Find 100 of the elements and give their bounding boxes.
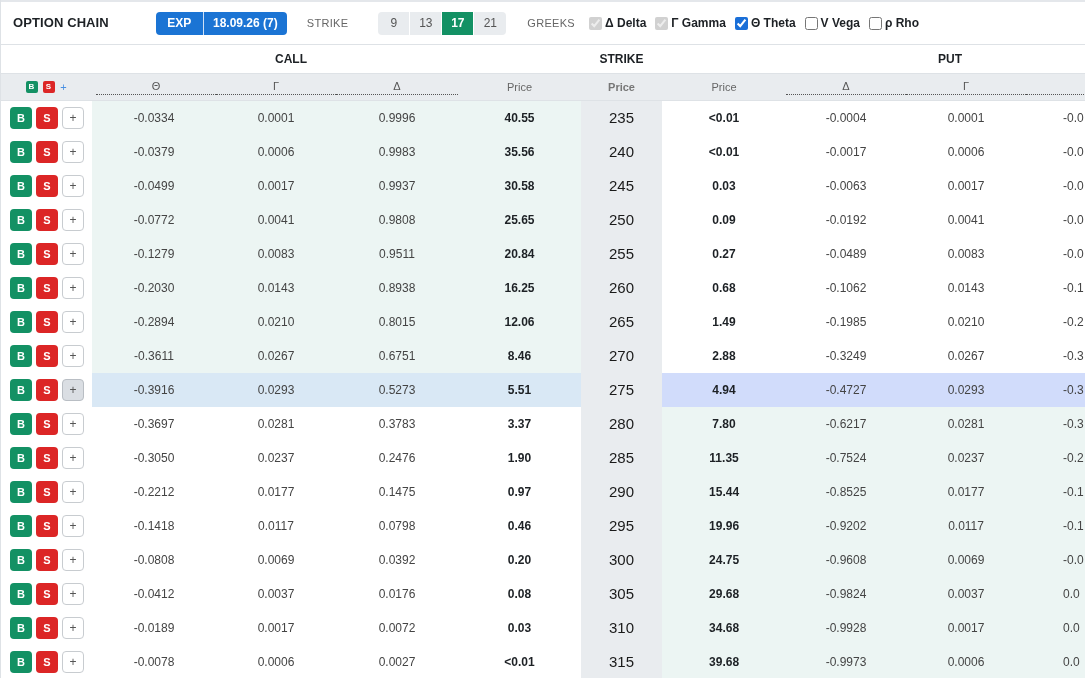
- expiry-date-button[interactable]: 18.09.26 (7): [202, 11, 287, 35]
- sell-button[interactable]: S: [36, 311, 58, 333]
- buy-button[interactable]: B: [10, 549, 32, 571]
- sell-button[interactable]: S: [36, 243, 58, 265]
- buy-button[interactable]: B: [10, 651, 32, 673]
- sell-button[interactable]: S: [36, 651, 58, 673]
- buy-button[interactable]: B: [10, 277, 32, 299]
- add-button[interactable]: +: [62, 651, 84, 673]
- call-header: CALL: [274, 51, 308, 68]
- buy-button[interactable]: B: [10, 141, 32, 163]
- table-cell: -0.3: [1026, 407, 1085, 441]
- table-cell: -0.7524: [786, 441, 907, 475]
- strike-count-button[interactable]: 13: [410, 11, 443, 35]
- strike-count-button[interactable]: 9: [378, 11, 411, 35]
- sell-button[interactable]: S: [36, 515, 58, 537]
- sell-button[interactable]: S: [36, 583, 58, 605]
- buy-button[interactable]: B: [10, 515, 32, 537]
- greek-label[interactable]: Θ Theta: [750, 14, 796, 32]
- table-cell: 11.35: [662, 441, 787, 475]
- table-cell: -0.9202: [786, 509, 907, 543]
- strike-cell: 255: [581, 237, 663, 271]
- add-button[interactable]: +: [62, 617, 84, 639]
- buy-button[interactable]: B: [10, 175, 32, 197]
- table-cell: 5.51: [458, 373, 582, 407]
- table-cell: 0.0237: [906, 441, 1027, 475]
- sell-button[interactable]: S: [36, 141, 58, 163]
- add-button[interactable]: +: [62, 481, 84, 503]
- table-cell: 16.25: [458, 271, 582, 305]
- add-button[interactable]: +: [62, 141, 84, 163]
- column-header: Δ: [336, 73, 458, 101]
- strike-count-button[interactable]: 17: [442, 11, 475, 35]
- table-cell: 29.68: [662, 577, 787, 611]
- buy-button[interactable]: B: [10, 345, 32, 367]
- table-cell: 0.0267: [216, 339, 336, 373]
- strike-cell: 265: [581, 305, 663, 339]
- add-button[interactable]: +: [62, 311, 84, 333]
- table-cell: 0.9808: [336, 203, 458, 237]
- sell-button[interactable]: S: [36, 209, 58, 231]
- buy-button[interactable]: B: [10, 617, 32, 639]
- buy-button[interactable]: B: [10, 413, 32, 435]
- table-cell: 0.0001: [216, 101, 336, 135]
- table-cell: 0.9983: [336, 135, 458, 169]
- buy-button[interactable]: B: [10, 481, 32, 503]
- buy-button[interactable]: B: [10, 209, 32, 231]
- strike-cell: 270: [581, 339, 663, 373]
- expiry-tag: EXP: [155, 11, 203, 35]
- sell-button[interactable]: S: [36, 345, 58, 367]
- strike-cell: 280: [581, 407, 663, 441]
- table-cell: -0.1: [1026, 475, 1085, 509]
- table-cell: 0.9996: [336, 101, 458, 135]
- column-header: Θ: [92, 73, 216, 101]
- greek-checkbox[interactable]: [804, 16, 818, 30]
- add-button[interactable]: +: [62, 379, 84, 401]
- table-cell: 24.75: [662, 543, 787, 577]
- strike-count-button[interactable]: 21: [474, 11, 507, 35]
- sell-button[interactable]: S: [36, 617, 58, 639]
- column-header: Price: [581, 73, 663, 101]
- greek-checkbox[interactable]: [868, 16, 882, 30]
- add-button[interactable]: +: [62, 107, 84, 129]
- add-button[interactable]: +: [62, 175, 84, 197]
- greek-label[interactable]: V Vega: [820, 14, 860, 32]
- add-button[interactable]: +: [62, 549, 84, 571]
- buy-button[interactable]: B: [10, 107, 32, 129]
- sell-button[interactable]: S: [36, 413, 58, 435]
- buy-button[interactable]: B: [10, 379, 32, 401]
- add-button[interactable]: +: [62, 277, 84, 299]
- sell-button[interactable]: S: [36, 447, 58, 469]
- table-cell: -0.9608: [786, 543, 907, 577]
- add-button[interactable]: +: [62, 515, 84, 537]
- sell-button[interactable]: S: [36, 107, 58, 129]
- sell-button[interactable]: S: [36, 481, 58, 503]
- table-cell: 12.06: [458, 305, 582, 339]
- table-cell: 0.6751: [336, 339, 458, 373]
- add-button[interactable]: +: [62, 209, 84, 231]
- put-header: PUT: [937, 51, 964, 68]
- add-button[interactable]: +: [62, 345, 84, 367]
- table-cell: 0.9511: [336, 237, 458, 271]
- table-cell: 0.0293: [216, 373, 336, 407]
- table-cell: 0.8938: [336, 271, 458, 305]
- buy-button[interactable]: B: [10, 447, 32, 469]
- buy-button[interactable]: B: [10, 311, 32, 333]
- table-cell: 39.68: [662, 645, 787, 678]
- sell-button[interactable]: S: [36, 277, 58, 299]
- buy-button[interactable]: B: [10, 583, 32, 605]
- strike-cell: 285: [581, 441, 663, 475]
- table-cell: 0.0210: [216, 305, 336, 339]
- table-cell: 0.0069: [906, 543, 1027, 577]
- buy-button[interactable]: B: [10, 243, 32, 265]
- add-button[interactable]: +: [62, 413, 84, 435]
- greek-checkbox[interactable]: [734, 16, 748, 30]
- sell-button[interactable]: S: [36, 549, 58, 571]
- greek-label[interactable]: ρ Rho: [884, 14, 919, 32]
- strike-cell: 305: [581, 577, 663, 611]
- add-button[interactable]: +: [62, 583, 84, 605]
- table-cell: 0.0: [1026, 577, 1085, 611]
- table-cell: 0.8015: [336, 305, 458, 339]
- add-button[interactable]: +: [62, 447, 84, 469]
- add-button[interactable]: +: [62, 243, 84, 265]
- sell-button[interactable]: S: [36, 379, 58, 401]
- sell-button[interactable]: S: [36, 175, 58, 197]
